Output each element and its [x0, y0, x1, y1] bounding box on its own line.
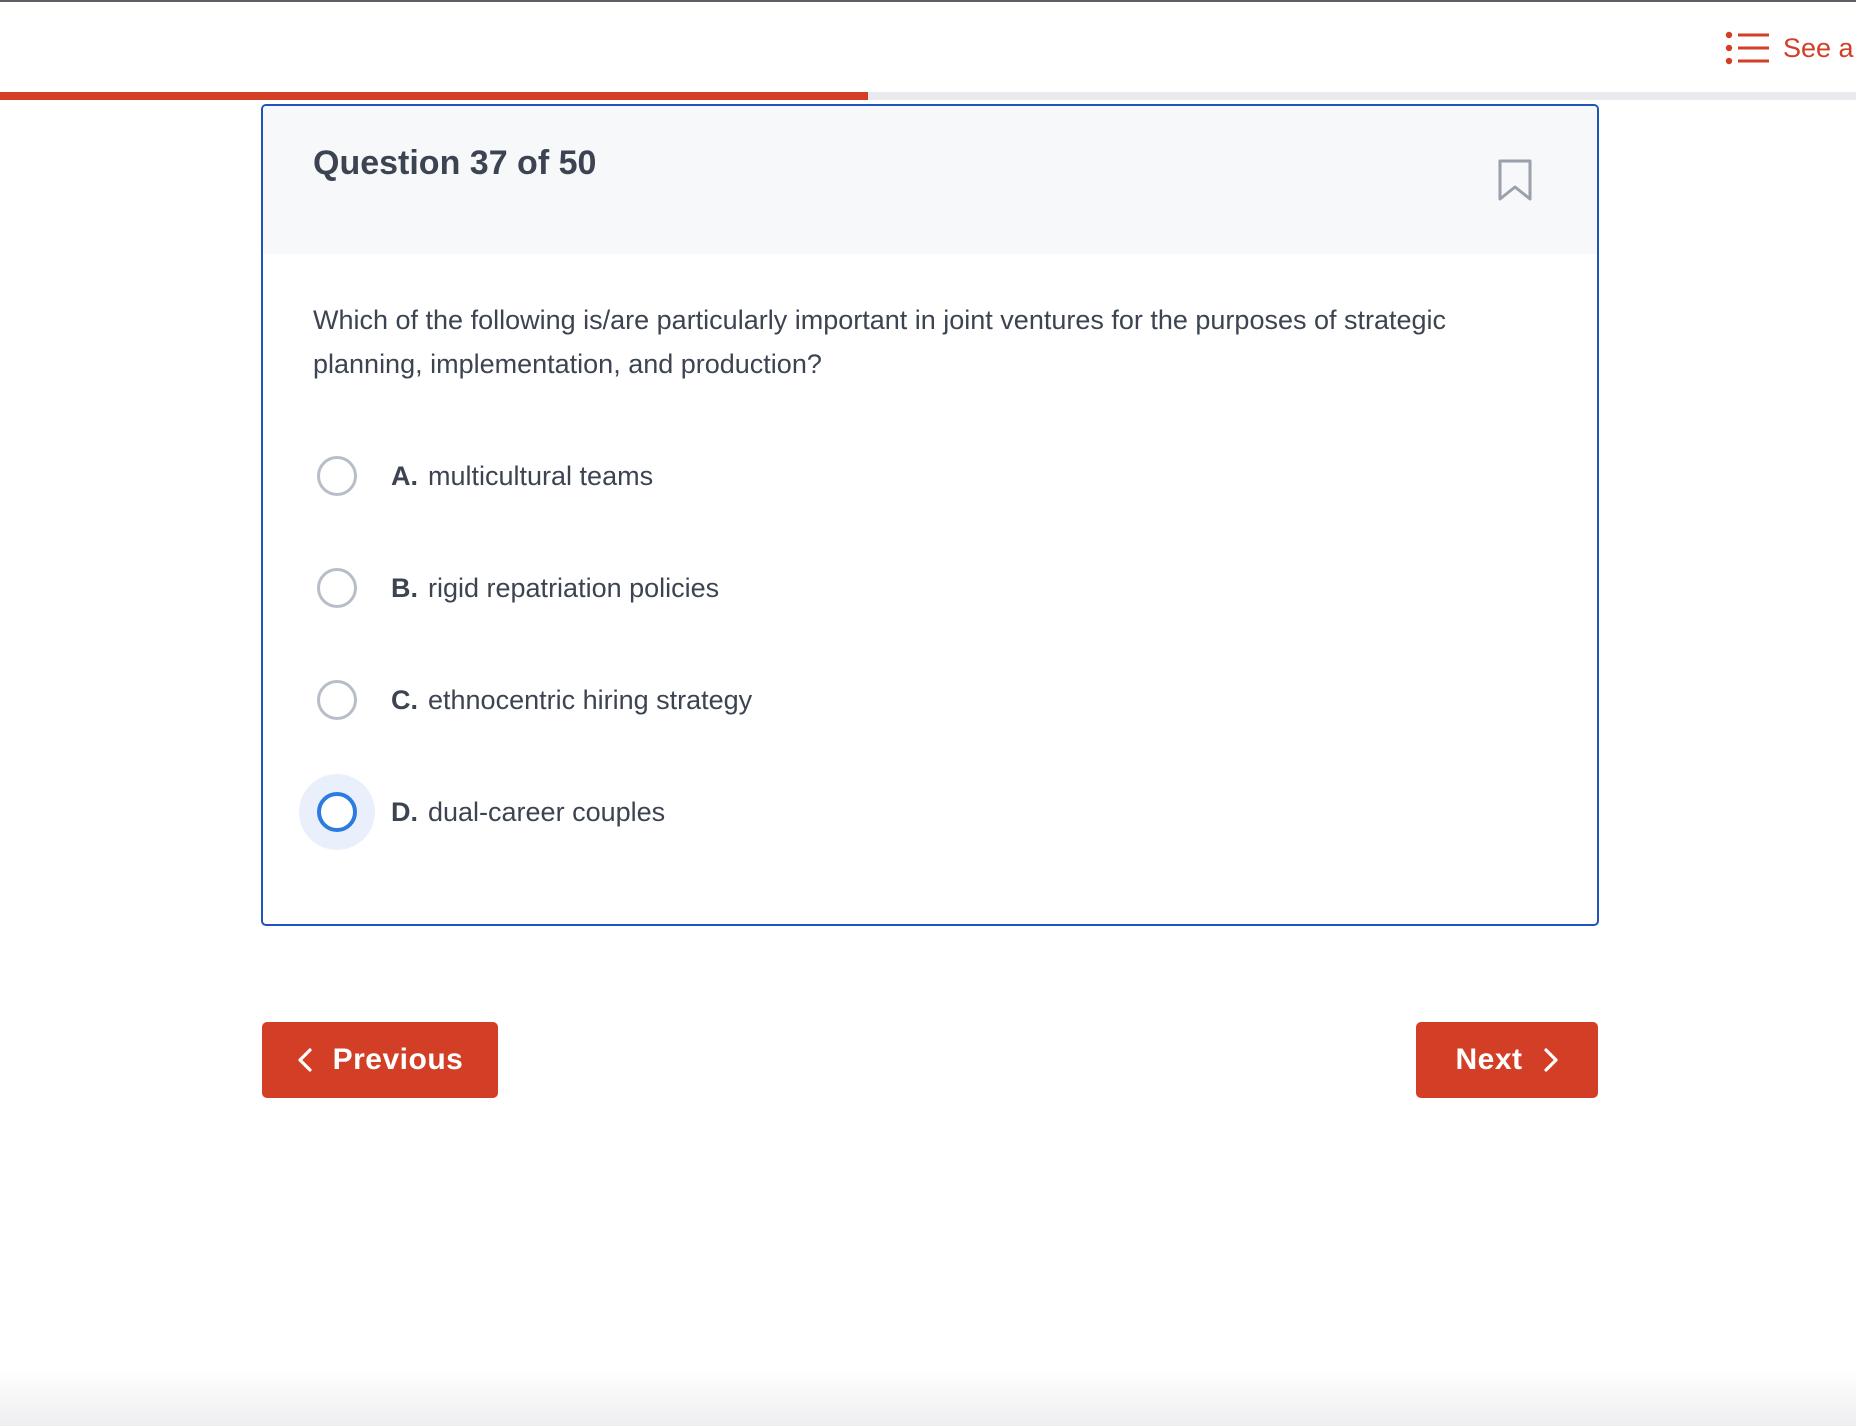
- option-label-c: C. ethnocentric hiring strategy: [391, 685, 752, 716]
- question-title: Question 37 of 50: [313, 144, 597, 182]
- progress-fill: [0, 92, 868, 100]
- option-letter: D.: [391, 796, 418, 827]
- question-card: Question 37 of 50 Which of the following…: [261, 104, 1599, 926]
- previous-button[interactable]: Previous: [262, 1022, 498, 1098]
- chevron-left-icon: [298, 1048, 312, 1072]
- option-letter: C.: [391, 684, 418, 715]
- top-border: [0, 0, 1856, 2]
- chevron-right-icon: [1543, 1048, 1558, 1072]
- option-text: rigid repatriation policies: [428, 572, 720, 603]
- list-icon: [1725, 31, 1769, 65]
- bookmark-icon: [1498, 159, 1532, 201]
- radio-wrap-c: [299, 662, 375, 738]
- radio-wrap-d: [299, 774, 375, 850]
- question-header: Question 37 of 50: [263, 106, 1597, 254]
- radio-wrap-b: [299, 550, 375, 626]
- option-letter: A.: [391, 460, 418, 491]
- next-button[interactable]: Next: [1416, 1022, 1598, 1098]
- radio-wrap-a: [299, 438, 375, 514]
- option-text: dual-career couples: [428, 796, 666, 827]
- radio-button-b[interactable]: [317, 568, 357, 608]
- answer-options: A. multicultural teams B. rigid repatriati…: [299, 436, 1499, 884]
- bookmark-button[interactable]: [1497, 158, 1533, 207]
- bottom-edge: [0, 1370, 1856, 1426]
- radio-button-c[interactable]: [317, 680, 357, 720]
- see-all-link[interactable]: See a: [1725, 28, 1854, 68]
- option-label-a: A. multicultural teams: [391, 461, 653, 492]
- next-label: Next: [1455, 1043, 1523, 1076]
- radio-button-d[interactable]: [317, 792, 357, 832]
- progress-bar: [0, 92, 1856, 100]
- question-text: Which of the following is/are particular…: [313, 305, 1447, 379]
- radio-button-a[interactable]: [317, 456, 357, 496]
- option-text: multicultural teams: [428, 460, 654, 491]
- option-d[interactable]: D. dual-career couples: [299, 772, 1499, 852]
- option-letter: B.: [391, 572, 418, 603]
- option-text: ethnocentric hiring strategy: [428, 684, 753, 715]
- option-a[interactable]: A. multicultural teams: [299, 436, 1499, 516]
- option-label-d: D. dual-career couples: [391, 797, 665, 828]
- option-label-b: B. rigid repatriation policies: [391, 573, 719, 604]
- see-all-label: See a: [1783, 32, 1854, 63]
- option-c[interactable]: C. ethnocentric hiring strategy: [299, 660, 1499, 740]
- option-b[interactable]: B. rigid repatriation policies: [299, 548, 1499, 628]
- previous-label: Previous: [332, 1043, 464, 1076]
